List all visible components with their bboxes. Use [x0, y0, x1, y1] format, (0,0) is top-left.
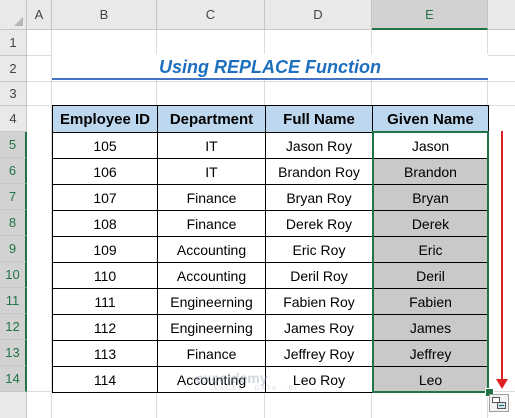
row-header-2[interactable]: 2 [0, 56, 27, 82]
cell-employee-id[interactable]: 112 [52, 314, 158, 341]
row-header-5[interactable]: 5 [0, 132, 27, 158]
cell-department[interactable]: IT [157, 158, 266, 185]
autofill-options-button[interactable] [489, 394, 509, 412]
table-row: 111 Engineerning Fabien Roy Fabien [52, 288, 489, 315]
cell-department[interactable]: Accounting [157, 236, 266, 263]
table-row: 105 IT Jason Roy Jason [52, 132, 489, 159]
cell-employee-id[interactable]: 108 [52, 210, 158, 237]
select-all-corner[interactable] [0, 0, 27, 30]
row-header-4[interactable]: 4 [0, 106, 27, 132]
row-header-9[interactable]: 9 [0, 236, 27, 262]
cell-employee-id[interactable]: 114 [52, 366, 158, 393]
cell-full-name[interactable]: Fabien Roy [265, 288, 373, 315]
table-row: 114 Accounting Leo Roy Leo [52, 366, 489, 393]
gridline [27, 81, 515, 82]
spreadsheet: A B C D E 1 2 3 4 5 6 7 8 9 10 11 12 13 … [0, 0, 515, 418]
cell-given-name-active[interactable]: Jason [372, 132, 489, 159]
column-header-f[interactable] [488, 0, 515, 30]
row-header-6[interactable]: 6 [0, 158, 27, 184]
column-header-a[interactable]: A [27, 0, 52, 30]
row-header-11[interactable]: 11 [0, 288, 27, 314]
row-header-15[interactable] [0, 392, 27, 418]
cell-given-name[interactable]: Brandon [372, 158, 489, 185]
row-header-7[interactable]: 7 [0, 184, 27, 210]
cell-employee-id[interactable]: 110 [52, 262, 158, 289]
cell-full-name[interactable]: Jason Roy [265, 132, 373, 159]
row-header-13[interactable]: 13 [0, 340, 27, 366]
cell-employee-id[interactable]: 109 [52, 236, 158, 263]
header-department[interactable]: Department [157, 105, 266, 133]
cell-department[interactable]: IT [157, 132, 266, 159]
header-full-name[interactable]: Full Name [265, 105, 373, 133]
cell-full-name[interactable]: James Roy [265, 314, 373, 341]
cell-department[interactable]: Finance [157, 184, 266, 211]
cell-full-name[interactable]: Brandon Roy [265, 158, 373, 185]
column-header-c[interactable]: C [157, 0, 265, 30]
table-row: 109 Accounting Eric Roy Eric [52, 236, 489, 263]
employee-table: Employee ID Department Full Name Given N… [52, 105, 489, 393]
table-row: 112 Engineerning James Roy James [52, 314, 489, 341]
cell-full-name[interactable]: Eric Roy [265, 236, 373, 263]
cell-full-name[interactable]: Leo Roy [265, 366, 373, 393]
cell-department[interactable]: Accounting [157, 366, 266, 393]
row-header-10[interactable]: 10 [0, 262, 27, 288]
column-header-d[interactable]: D [265, 0, 372, 30]
cell-employee-id[interactable]: 111 [52, 288, 158, 315]
cell-given-name[interactable]: Eric [372, 236, 489, 263]
cell-department[interactable]: Finance [157, 210, 266, 237]
header-employee-id[interactable]: Employee ID [52, 105, 158, 133]
cell-given-name[interactable]: Bryan [372, 184, 489, 211]
autofill-options-icon [492, 397, 506, 409]
table-header-row: Employee ID Department Full Name Given N… [52, 105, 489, 133]
cell-department[interactable]: Engineerning [157, 314, 266, 341]
sheet-title: Using REPLACE Function [52, 54, 488, 80]
cell-full-name[interactable]: Bryan Roy [265, 184, 373, 211]
cell-department[interactable]: Engineerning [157, 288, 266, 315]
cell-given-name[interactable]: Leo [372, 366, 489, 393]
cell-employee-id[interactable]: 106 [52, 158, 158, 185]
cell-employee-id[interactable]: 105 [52, 132, 158, 159]
cell-given-name[interactable]: Derek [372, 210, 489, 237]
drag-arrow-line [501, 131, 503, 381]
title-underline [52, 78, 488, 80]
column-header-e[interactable]: E [372, 0, 488, 30]
table-row: 107 Finance Bryan Roy Bryan [52, 184, 489, 211]
cell-full-name[interactable]: Derek Roy [265, 210, 373, 237]
cell-employee-id[interactable]: 107 [52, 184, 158, 211]
cell-given-name[interactable]: Jeffrey [372, 340, 489, 367]
cell-full-name[interactable]: Jeffrey Roy [265, 340, 373, 367]
drag-arrow-head-icon [496, 379, 508, 389]
table-row: 106 IT Brandon Roy Brandon [52, 158, 489, 185]
table-row: 113 Finance Jeffrey Roy Jeffrey [52, 340, 489, 367]
cell-department[interactable]: Accounting [157, 262, 266, 289]
table-row: 108 Finance Derek Roy Derek [52, 210, 489, 237]
row-header-3[interactable]: 3 [0, 82, 27, 106]
cell-given-name[interactable]: James [372, 314, 489, 341]
cell-full-name[interactable]: Deril Roy [265, 262, 373, 289]
row-header-8[interactable]: 8 [0, 210, 27, 236]
column-header-b[interactable]: B [52, 0, 157, 30]
row-header-12[interactable]: 12 [0, 314, 27, 340]
cell-department[interactable]: Finance [157, 340, 266, 367]
cell-given-name[interactable]: Deril [372, 262, 489, 289]
table-row: 110 Accounting Deril Roy Deril [52, 262, 489, 289]
cell-employee-id[interactable]: 113 [52, 340, 158, 367]
row-header-14[interactable]: 14 [0, 366, 27, 392]
header-given-name[interactable]: Given Name [372, 105, 489, 133]
row-header-1[interactable]: 1 [0, 30, 27, 56]
cell-given-name[interactable]: Fabien [372, 288, 489, 315]
